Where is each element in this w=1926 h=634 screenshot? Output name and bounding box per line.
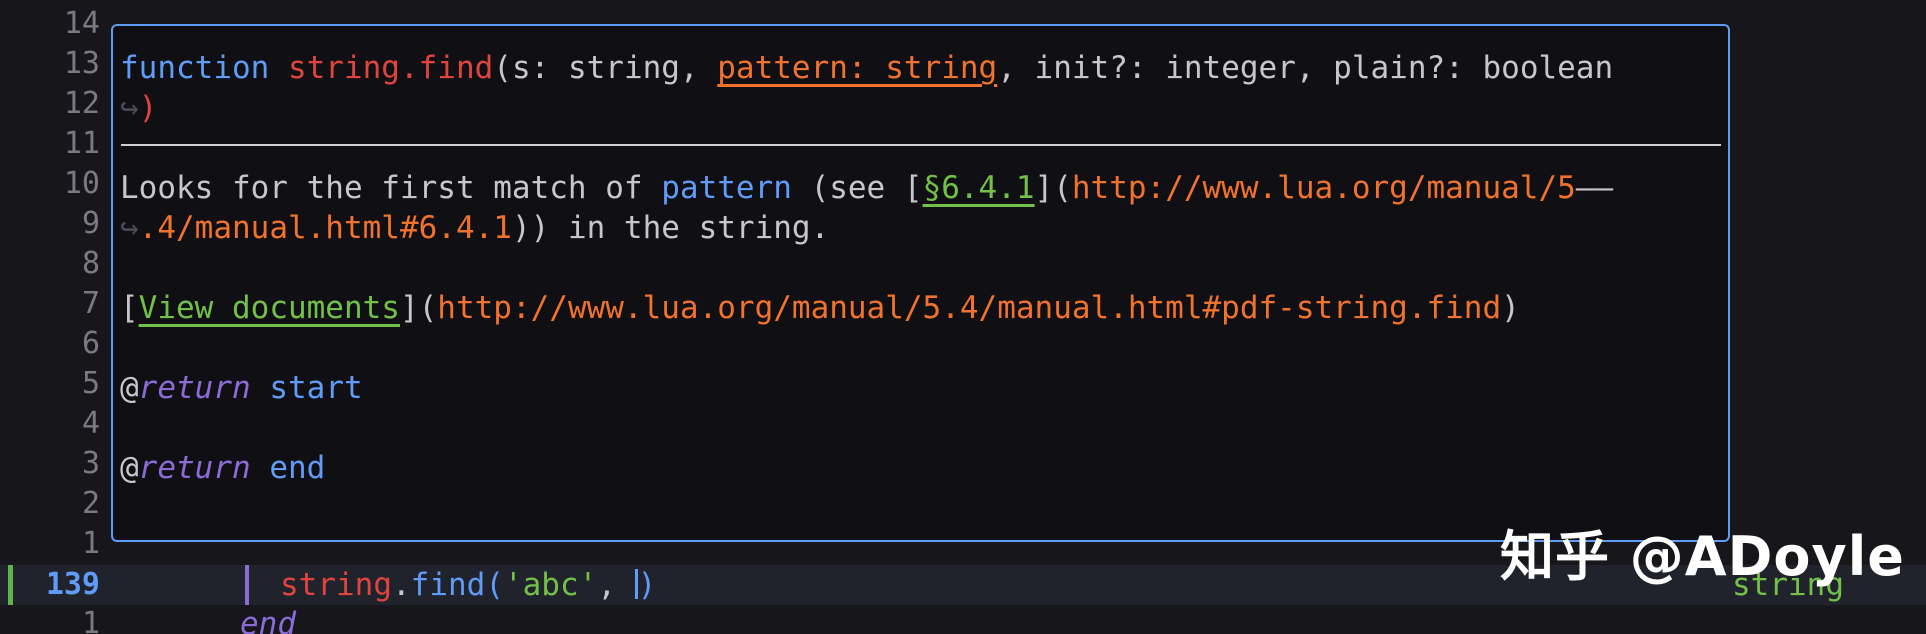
line-number: 10	[63, 166, 100, 201]
line-number: 9	[81, 206, 100, 241]
code-editor[interactable]: 14 13 12 11 10 9 8 7 6 5 4 3 2 1 139 1 s…	[0, 0, 1926, 634]
signature-help-popup[interactable]: function string.find(s: string, pattern:…	[111, 24, 1730, 542]
signature-active-param: pattern: string	[717, 50, 998, 86]
signature-keyword: function	[120, 50, 270, 86]
signature-function-name: string.find	[287, 50, 494, 86]
code-method: find	[410, 567, 486, 603]
manual-url-part2[interactable]: .4/manual.html#6.4.1	[139, 210, 512, 246]
return-name: end	[269, 450, 326, 486]
line-number: 11	[63, 126, 100, 161]
description-pattern-word: pattern	[661, 170, 792, 206]
return-at: @	[120, 450, 139, 486]
line-number: 1	[81, 606, 100, 634]
return-name: start	[269, 370, 363, 406]
wrap-icon: ↪	[120, 210, 139, 246]
signature-line-wrap: ↪)	[120, 88, 157, 128]
wrap-icon: ↪	[120, 90, 139, 126]
line-number: 5	[81, 366, 100, 401]
description-see: (see [	[791, 170, 923, 206]
manual-url-part1[interactable]: http://www.lua.org/manual/5	[1072, 170, 1576, 206]
return-line-start: @return start	[120, 368, 363, 408]
signature-params-rest: , init?: integer, plain?: boolean	[997, 50, 1614, 86]
documents-url[interactable]: http://www.lua.org/manual/5.4/manual.htm…	[437, 290, 1501, 326]
return-at: @	[120, 370, 139, 406]
signature-params-start: (s: string,	[493, 50, 718, 86]
paren-close: )	[1501, 290, 1520, 326]
view-documents-line: [View documents](http://www.lua.org/manu…	[120, 288, 1520, 328]
code-paren-close: )	[637, 567, 657, 603]
bracket-mid: ](	[399, 290, 438, 326]
signature-close-paren: )	[138, 90, 158, 126]
code-line-current[interactable]: string.find('abc', )	[280, 565, 656, 605]
code-paren-open: (	[485, 567, 504, 603]
return-tag: return	[138, 370, 251, 406]
description-text: Looks for the first match of	[120, 170, 662, 206]
code-end-keyword: end	[240, 606, 296, 634]
return-line-end: @return end	[120, 448, 325, 488]
return-tag: return	[138, 450, 251, 486]
description-bracket: ](	[1034, 170, 1072, 206]
line-number: 1	[81, 526, 100, 561]
line-number: 6	[81, 326, 100, 361]
bracket-open: [	[120, 290, 139, 326]
code-object: string	[280, 567, 392, 603]
line-number: 12	[63, 86, 100, 121]
code-comma: ,	[597, 567, 635, 603]
watermark: 知乎 @ADoyle	[1500, 525, 1905, 588]
line-number: 14	[63, 6, 100, 41]
line-number: 8	[81, 246, 100, 281]
popup-separator	[121, 144, 1721, 146]
line-number: 4	[81, 406, 100, 441]
line-number: 7	[81, 286, 100, 321]
description-line-2: ↪.4/manual.html#6.4.1)) in the string.	[120, 208, 829, 248]
code-string-arg: 'abc'	[503, 567, 598, 603]
description-tail: )) in the string.	[511, 210, 830, 246]
line-number: 3	[81, 446, 100, 481]
code-dot: .	[391, 567, 411, 603]
current-line-number: 139	[45, 567, 100, 602]
indent-guide	[245, 565, 249, 605]
signature-line: function string.find(s: string, pattern:…	[120, 48, 1613, 88]
description-line-1: Looks for the first match of pattern (se…	[120, 168, 1613, 208]
line-number: 2	[81, 486, 100, 521]
wrap-dash: ——	[1575, 170, 1614, 206]
line-number: 13	[63, 46, 100, 81]
view-documents-link[interactable]: View documents	[139, 290, 400, 326]
section-link[interactable]: §6.4.1	[923, 170, 1035, 206]
